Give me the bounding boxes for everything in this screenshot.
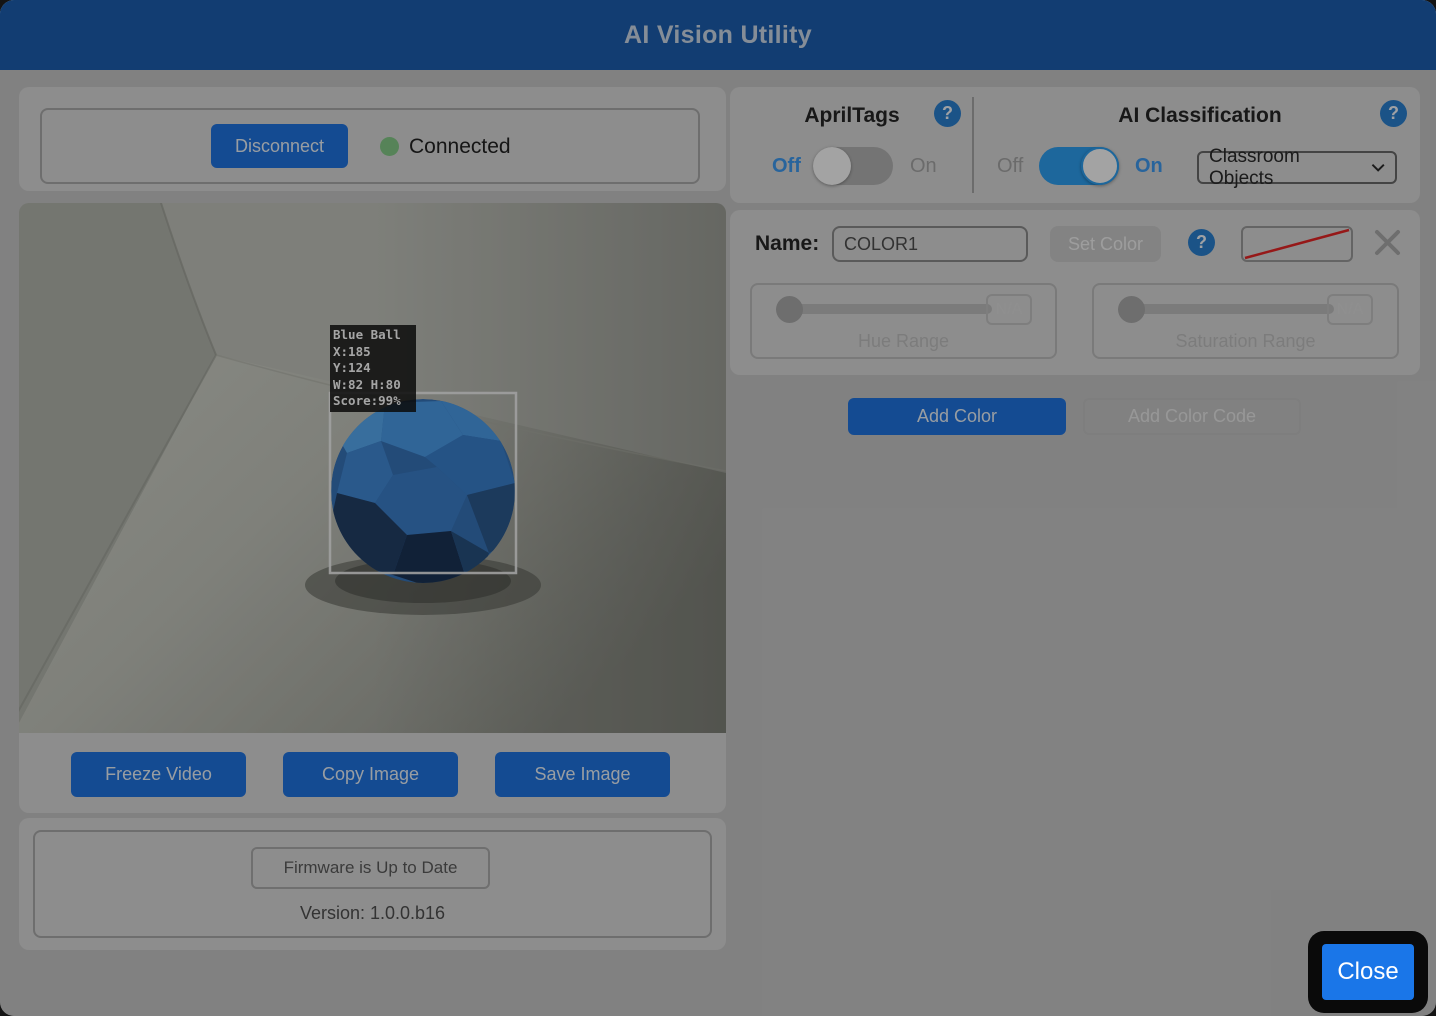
color-name-label: Name: <box>755 232 819 256</box>
firmware-status-button[interactable]: Firmware is Up to Date <box>251 847 490 889</box>
remove-color-icon[interactable] <box>1373 228 1402 262</box>
video-card: Blue Ball X:185 Y:124 W:82 H:80 Score:99… <box>19 203 726 813</box>
connection-box <box>40 108 700 184</box>
camera-scene <box>19 203 726 733</box>
saturation-slider-thumb[interactable] <box>1118 296 1145 323</box>
disconnect-button[interactable]: Disconnect <box>211 124 348 168</box>
add-color-code-button[interactable]: Add Color Code <box>1083 398 1301 435</box>
set-color-button[interactable]: Set Color <box>1050 226 1161 262</box>
copy-image-button[interactable]: Copy Image <box>283 752 458 797</box>
connection-status: Connected <box>409 135 511 159</box>
apriltags-on-label: On <box>910 155 937 178</box>
apriltags-toggle-knob <box>813 147 851 185</box>
detection-settings-card: AprilTags ? Off On AI Classification ? O… <box>730 87 1420 203</box>
apriltags-help-icon[interactable]: ? <box>934 100 961 127</box>
add-color-button[interactable]: Add Color <box>848 398 1066 435</box>
ai-vision-utility-window: AI Vision Utility Disconnect Connected <box>0 0 1436 1016</box>
ai-classification-help-icon[interactable]: ? <box>1380 100 1407 127</box>
saturation-value-box: N/A <box>1327 294 1373 325</box>
color-name-input[interactable] <box>832 226 1028 262</box>
close-button-highlight: Close <box>1308 931 1428 1013</box>
color-swatch <box>1241 226 1353 262</box>
chevron-down-icon <box>1371 163 1385 172</box>
save-image-button[interactable]: Save Image <box>495 752 670 797</box>
apriltags-off-label: Off <box>772 155 801 178</box>
model-dropdown-value: Classroom Objects <box>1209 146 1362 190</box>
section-divider <box>972 97 974 193</box>
close-button[interactable]: Close <box>1322 944 1414 1000</box>
color-help-icon[interactable]: ? <box>1188 229 1215 256</box>
hue-value-box: N/A <box>986 294 1032 325</box>
apriltags-title: AprilTags <box>752 104 952 128</box>
page-title: AI Vision Utility <box>624 21 812 50</box>
no-color-line-icon <box>1243 228 1351 260</box>
ai-classification-toggle-knob <box>1081 147 1119 185</box>
firmware-version: Version: 1.0.0.b16 <box>19 903 726 924</box>
detection-name: Blue Ball <box>333 327 413 344</box>
hue-range-label: Hue Range <box>752 331 1055 352</box>
status-dot-icon <box>380 137 399 156</box>
saturation-range-label: Saturation Range <box>1094 331 1397 352</box>
color-config-card: Name: Set Color ? N/A Hue Range N/A Satu… <box>730 210 1420 375</box>
ai-off-label: Off <box>997 155 1023 178</box>
hue-slider-thumb[interactable] <box>776 296 803 323</box>
saturation-slider-track[interactable] <box>1131 304 1334 314</box>
apriltags-toggle[interactable] <box>813 147 893 185</box>
freeze-video-button[interactable]: Freeze Video <box>71 752 246 797</box>
hue-slider-track[interactable] <box>789 304 992 314</box>
camera-feed: Blue Ball X:185 Y:124 W:82 H:80 Score:99… <box>19 203 726 733</box>
detection-coords: X:185 Y:124 <box>333 344 413 377</box>
hue-range-group: N/A Hue Range <box>750 283 1057 359</box>
model-dropdown[interactable]: Classroom Objects <box>1197 151 1397 184</box>
detection-label: Blue Ball X:185 Y:124 W:82 H:80 Score:99… <box>330 325 416 412</box>
ai-classification-toggle[interactable] <box>1039 147 1119 185</box>
saturation-range-group: N/A Saturation Range <box>1092 283 1399 359</box>
title-bar: AI Vision Utility <box>0 0 1436 70</box>
firmware-card: Firmware is Up to Date Version: 1.0.0.b1… <box>19 818 726 950</box>
ai-on-label: On <box>1135 155 1163 178</box>
ai-classification-title: AI Classification <box>1060 104 1340 128</box>
detection-size: W:82 H:80 <box>333 377 413 394</box>
connection-card: Disconnect Connected <box>19 87 726 191</box>
detection-score: Score:99% <box>333 393 413 410</box>
